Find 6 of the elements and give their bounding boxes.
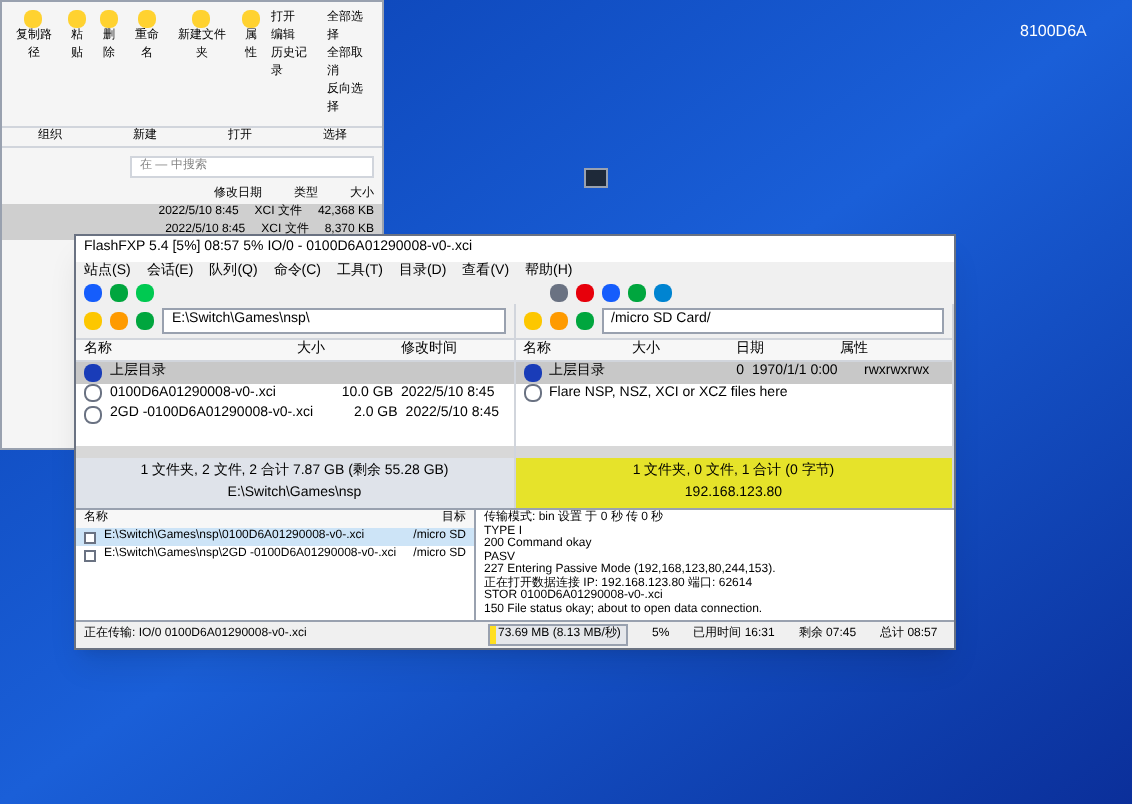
scrollbar[interactable] <box>515 446 952 458</box>
scrollbar[interactable] <box>76 446 513 458</box>
desktop-shortcut-icon[interactable] <box>584 168 608 188</box>
checkbox[interactable] <box>84 549 96 561</box>
checkbox[interactable] <box>84 531 96 543</box>
desktop-label: 8100D6A <box>1020 20 1087 44</box>
